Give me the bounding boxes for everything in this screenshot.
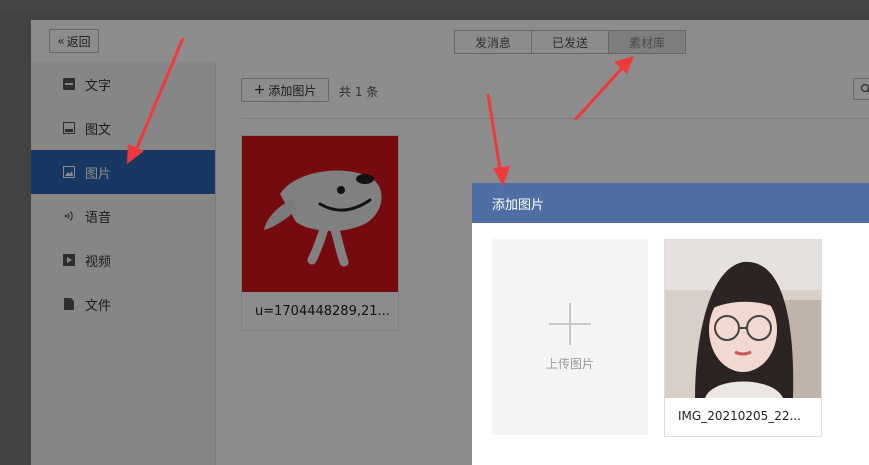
photo-card[interactable]: IMG_20210205_22... xyxy=(664,239,822,437)
add-image-dialog: 添加图片 上传图片 IMG_20210205_22... xyxy=(472,183,869,465)
screen: « 返回 发消息 已发送 素材库 文字 图文 图片 语音 视频 文件 + 添加图… xyxy=(0,0,869,465)
photo-name: IMG_20210205_22... xyxy=(678,409,801,423)
photo-thumbnail xyxy=(665,240,821,398)
portrait-photo xyxy=(665,240,821,398)
upload-image-button[interactable]: 上传图片 xyxy=(492,239,648,435)
dialog-header: 添加图片 xyxy=(472,183,869,223)
upload-label: 上传图片 xyxy=(545,356,594,371)
dialog-title: 添加图片 xyxy=(492,197,545,213)
plus-icon xyxy=(549,302,591,345)
